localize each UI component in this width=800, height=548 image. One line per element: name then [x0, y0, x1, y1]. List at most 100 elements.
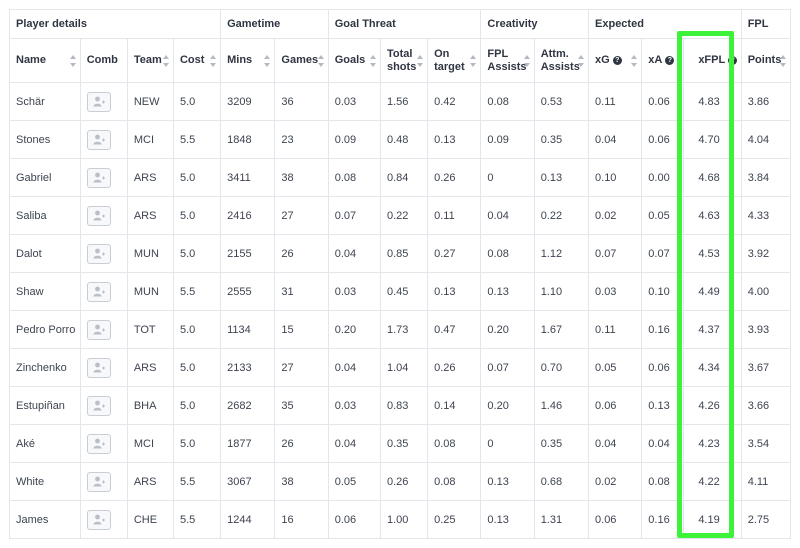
cell-goals: 0.04	[327, 424, 381, 463]
add-player-button[interactable]	[86, 129, 111, 150]
sort-icon	[631, 54, 638, 67]
add-player-button[interactable]	[86, 433, 111, 454]
cell-xfpl: 4.68	[683, 158, 742, 197]
cell-mins: 1877	[220, 424, 276, 463]
cell-name[interactable]: Stones	[9, 120, 81, 159]
cell-shots: 1.73	[379, 310, 429, 349]
column-header-on-target[interactable]: On target	[427, 38, 482, 83]
column-header-team[interactable]: Team	[126, 38, 174, 83]
sort-icon	[578, 54, 585, 67]
cell-fpl-assists: 0.09	[480, 120, 535, 159]
column-header-total-shots[interactable]: Total shots	[379, 38, 429, 83]
column-header-xg[interactable]: xG?	[588, 38, 643, 83]
add-user-icon	[93, 476, 105, 486]
cell-name[interactable]: White	[9, 462, 81, 501]
cell-attm-assists: 1.12	[533, 234, 590, 273]
add-player-button[interactable]	[86, 281, 111, 302]
cell-cost: 5.5	[172, 272, 222, 311]
cell-on-target: 0.13	[427, 272, 482, 311]
cell-mins: 2155	[220, 234, 276, 273]
cell-cost: 5.0	[172, 82, 222, 121]
cell-name[interactable]: Zinchenko	[9, 348, 81, 387]
cell-xfpl: 4.19	[683, 500, 742, 539]
column-header-mins[interactable]: Mins	[220, 38, 276, 83]
column-header-name[interactable]: Name	[9, 38, 81, 83]
cell-team: CHE	[126, 500, 174, 539]
cell-games: 16	[274, 500, 329, 539]
add-player-button[interactable]	[86, 167, 111, 188]
cell-name[interactable]: Schär	[9, 82, 81, 121]
cell-team: ARS	[126, 158, 174, 197]
column-header-label: Mins	[227, 54, 253, 66]
cell-name[interactable]: Saliba	[9, 196, 81, 235]
cell-xg: 0.10	[588, 158, 643, 197]
add-player-button[interactable]	[86, 243, 111, 264]
cell-goals: 0.08	[327, 158, 381, 197]
cell-xfpl: 4.53	[683, 234, 742, 273]
column-header-goals[interactable]: Goals	[327, 38, 381, 83]
cell-shots: 0.85	[379, 234, 429, 273]
cell-name[interactable]: Gabriel	[9, 158, 81, 197]
player-stats-table: Player details Gametime Goal Threat Crea…	[8, 9, 792, 539]
add-user-icon	[93, 438, 105, 448]
cell-mins: 1244	[220, 500, 276, 539]
cell-xg: 0.03	[588, 272, 643, 311]
column-header-games[interactable]: Games	[274, 38, 329, 83]
cell-games: 38	[274, 462, 329, 501]
cell-games: 27	[274, 348, 329, 387]
cell-attm-assists: 0.35	[533, 120, 590, 159]
sort-icon	[162, 54, 169, 67]
column-header-comb: Comb	[79, 38, 128, 83]
cell-name[interactable]: Pedro Porro	[9, 310, 81, 349]
table-body: Schär NEW 5.0 3209 36 0.03 1.56 0.42 0.08 0.53 0.1…	[9, 82, 792, 539]
column-header-attm-assists[interactable]: Attm. Assists	[533, 38, 590, 83]
cell-shots: 1.04	[379, 348, 429, 387]
column-header-points[interactable]: Points	[740, 38, 792, 83]
sort-icon	[523, 54, 530, 67]
cell-goals: 0.06	[327, 500, 381, 539]
add-player-button[interactable]	[86, 471, 111, 492]
cell-on-target: 0.27	[427, 234, 482, 273]
cell-name[interactable]: Shaw	[9, 272, 81, 311]
add-player-button[interactable]	[86, 91, 111, 112]
cell-xfpl: 4.37	[683, 310, 742, 349]
help-icon[interactable]: ?	[728, 56, 738, 65]
add-player-button[interactable]	[86, 357, 111, 378]
sort-icon	[69, 54, 76, 67]
cell-name[interactable]: Dalot	[9, 234, 81, 273]
help-icon[interactable]: ?	[665, 56, 675, 65]
cell-goals: 0.20	[327, 310, 381, 349]
cell-fpl-assists: 0.20	[480, 386, 535, 425]
column-header-xfpl[interactable]: xFPL?	[683, 38, 742, 83]
cell-shots: 0.45	[379, 272, 429, 311]
add-player-button[interactable]	[86, 395, 111, 416]
cell-team: ARS	[126, 462, 174, 501]
comb-cell	[79, 310, 128, 349]
cell-name[interactable]: Aké	[9, 424, 81, 463]
table-row: Gabriel ARS 5.0 3411 38 0.08 0.84 0.26 0 0.13 0.10…	[9, 158, 792, 197]
cell-mins: 3209	[220, 82, 276, 121]
add-player-button[interactable]	[86, 205, 111, 226]
cell-fpl-assists: 0.13	[480, 500, 535, 539]
cell-name[interactable]: James	[9, 500, 81, 539]
column-header-xa[interactable]: xA?	[641, 38, 685, 83]
cell-games: 15	[274, 310, 329, 349]
column-header-cost[interactable]: Cost	[172, 38, 222, 83]
column-header-label: Attm. Assists	[540, 47, 580, 73]
cell-shots: 1.56	[379, 82, 429, 121]
cell-xfpl: 4.22	[683, 462, 742, 501]
add-user-icon	[93, 286, 105, 296]
add-player-button[interactable]	[86, 319, 111, 340]
cell-attm-assists: 0.22	[533, 196, 590, 235]
cell-name[interactable]: Estupiñan	[9, 386, 81, 425]
help-icon[interactable]: ?	[612, 56, 622, 65]
column-header-fpl-assists[interactable]: FPL Assists	[480, 38, 535, 83]
cell-shots: 1.00	[379, 500, 429, 539]
sort-icon	[369, 54, 376, 67]
add-player-button[interactable]	[86, 509, 111, 530]
cell-xg: 0.06	[588, 386, 643, 425]
add-user-icon	[93, 362, 105, 372]
cell-attm-assists: 0.70	[533, 348, 590, 387]
add-user-icon	[93, 172, 105, 182]
comb-cell	[79, 120, 128, 159]
